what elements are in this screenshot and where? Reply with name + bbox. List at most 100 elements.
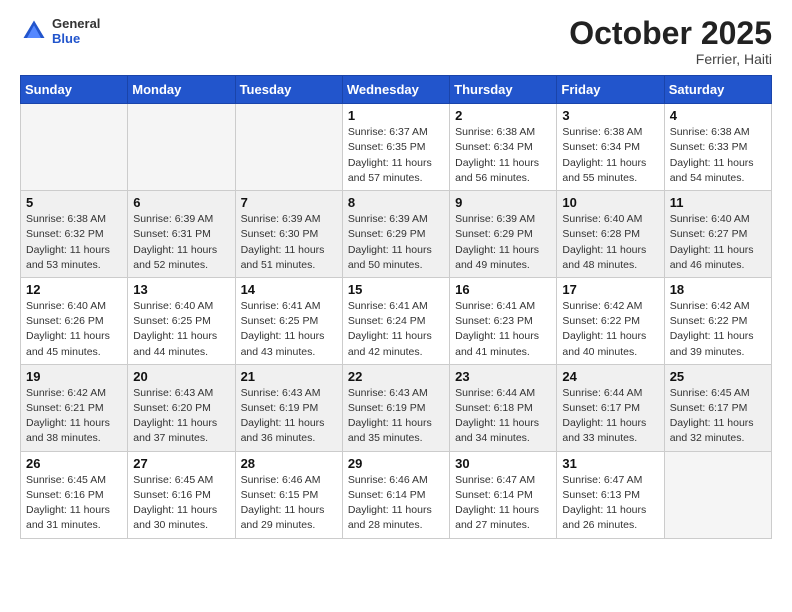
title-block: October 2025 Ferrier, Haiti — [569, 16, 772, 67]
week-row-4: 19 Sunrise: 6:42 AM Sunset: 6:21 PM Dayli… — [21, 364, 772, 451]
day-info: Sunrise: 6:39 AM Sunset: 6:30 PM Dayligh… — [241, 212, 337, 273]
logo: General Blue — [20, 16, 100, 46]
weekday-header-monday: Monday — [128, 76, 235, 104]
location: Ferrier, Haiti — [569, 51, 772, 67]
calendar-cell: 24 Sunrise: 6:44 AM Sunset: 6:17 PM Dayli… — [557, 364, 664, 451]
day-info: Sunrise: 6:46 AM Sunset: 6:15 PM Dayligh… — [241, 473, 337, 534]
day-number: 9 — [455, 195, 551, 210]
day-info: Sunrise: 6:38 AM Sunset: 6:34 PM Dayligh… — [562, 125, 658, 186]
calendar-cell: 4 Sunrise: 6:38 AM Sunset: 6:33 PM Daylig… — [664, 104, 771, 191]
calendar-cell: 9 Sunrise: 6:39 AM Sunset: 6:29 PM Daylig… — [450, 191, 557, 278]
day-info: Sunrise: 6:40 AM Sunset: 6:25 PM Dayligh… — [133, 299, 229, 360]
day-info: Sunrise: 6:45 AM Sunset: 6:16 PM Dayligh… — [26, 473, 122, 534]
day-number: 29 — [348, 456, 444, 471]
day-number: 28 — [241, 456, 337, 471]
page-container: General Blue October 2025 Ferrier, Haiti… — [0, 0, 792, 549]
week-row-1: 1Sunrise: 6:37 AM Sunset: 6:35 PM Daylig… — [21, 104, 772, 191]
day-info: Sunrise: 6:45 AM Sunset: 6:16 PM Dayligh… — [133, 473, 229, 534]
calendar-cell: 19 Sunrise: 6:42 AM Sunset: 6:21 PM Dayli… — [21, 364, 128, 451]
calendar-cell: 27Sunrise: 6:45 AM Sunset: 6:16 PM Dayli… — [128, 451, 235, 538]
day-info: Sunrise: 6:43 AM Sunset: 6:19 PM Dayligh… — [348, 386, 444, 447]
header: General Blue October 2025 Ferrier, Haiti — [20, 16, 772, 67]
calendar-cell: 1Sunrise: 6:37 AM Sunset: 6:35 PM Daylig… — [342, 104, 449, 191]
calendar-cell: 29 Sunrise: 6:46 AM Sunset: 6:14 PM Dayli… — [342, 451, 449, 538]
day-number: 5 — [26, 195, 122, 210]
day-info: Sunrise: 6:41 AM Sunset: 6:23 PM Dayligh… — [455, 299, 551, 360]
day-info: Sunrise: 6:40 AM Sunset: 6:26 PM Dayligh… — [26, 299, 122, 360]
day-number: 13 — [133, 282, 229, 297]
day-number: 2 — [455, 108, 551, 123]
day-number: 16 — [455, 282, 551, 297]
day-number: 26 — [26, 456, 122, 471]
day-number: 17 — [562, 282, 658, 297]
day-number: 10 — [562, 195, 658, 210]
day-number: 11 — [670, 195, 766, 210]
week-row-5: 26 Sunrise: 6:45 AM Sunset: 6:16 PM Dayli… — [21, 451, 772, 538]
day-number: 22 — [348, 369, 444, 384]
weekday-header-tuesday: Tuesday — [235, 76, 342, 104]
logo-general: General — [52, 16, 100, 31]
calendar-cell: 11Sunrise: 6:40 AM Sunset: 6:27 PM Dayli… — [664, 191, 771, 278]
weekday-header-sunday: Sunday — [21, 76, 128, 104]
calendar-cell: 6 Sunrise: 6:39 AM Sunset: 6:31 PM Daylig… — [128, 191, 235, 278]
calendar-cell — [21, 104, 128, 191]
day-info: Sunrise: 6:42 AM Sunset: 6:22 PM Dayligh… — [670, 299, 766, 360]
day-number: 25 — [670, 369, 766, 384]
day-info: Sunrise: 6:38 AM Sunset: 6:34 PM Dayligh… — [455, 125, 551, 186]
day-number: 7 — [241, 195, 337, 210]
day-info: Sunrise: 6:45 AM Sunset: 6:17 PM Dayligh… — [670, 386, 766, 447]
day-info: Sunrise: 6:44 AM Sunset: 6:18 PM Dayligh… — [455, 386, 551, 447]
weekday-header-wednesday: Wednesday — [342, 76, 449, 104]
day-info: Sunrise: 6:44 AM Sunset: 6:17 PM Dayligh… — [562, 386, 658, 447]
day-info: Sunrise: 6:43 AM Sunset: 6:20 PM Dayligh… — [133, 386, 229, 447]
day-info: Sunrise: 6:39 AM Sunset: 6:31 PM Dayligh… — [133, 212, 229, 273]
day-info: Sunrise: 6:43 AM Sunset: 6:19 PM Dayligh… — [241, 386, 337, 447]
day-number: 24 — [562, 369, 658, 384]
weekday-header-thursday: Thursday — [450, 76, 557, 104]
day-number: 15 — [348, 282, 444, 297]
calendar-cell: 8 Sunrise: 6:39 AM Sunset: 6:29 PM Daylig… — [342, 191, 449, 278]
calendar-cell: 16 Sunrise: 6:41 AM Sunset: 6:23 PM Dayli… — [450, 277, 557, 364]
logo-icon — [20, 17, 48, 45]
calendar-cell: 17Sunrise: 6:42 AM Sunset: 6:22 PM Dayli… — [557, 277, 664, 364]
day-info: Sunrise: 6:42 AM Sunset: 6:21 PM Dayligh… — [26, 386, 122, 447]
day-number: 21 — [241, 369, 337, 384]
day-info: Sunrise: 6:39 AM Sunset: 6:29 PM Dayligh… — [348, 212, 444, 273]
day-info: Sunrise: 6:47 AM Sunset: 6:14 PM Dayligh… — [455, 473, 551, 534]
day-number: 1 — [348, 108, 444, 123]
calendar-cell: 20Sunrise: 6:43 AM Sunset: 6:20 PM Dayli… — [128, 364, 235, 451]
calendar-cell: 14Sunrise: 6:41 AM Sunset: 6:25 PM Dayli… — [235, 277, 342, 364]
day-number: 18 — [670, 282, 766, 297]
day-info: Sunrise: 6:39 AM Sunset: 6:29 PM Dayligh… — [455, 212, 551, 273]
day-number: 6 — [133, 195, 229, 210]
day-number: 19 — [26, 369, 122, 384]
calendar-cell: 15 Sunrise: 6:41 AM Sunset: 6:24 PM Dayli… — [342, 277, 449, 364]
day-info: Sunrise: 6:41 AM Sunset: 6:24 PM Dayligh… — [348, 299, 444, 360]
calendar-cell — [128, 104, 235, 191]
day-info: Sunrise: 6:40 AM Sunset: 6:28 PM Dayligh… — [562, 212, 658, 273]
day-info: Sunrise: 6:38 AM Sunset: 6:32 PM Dayligh… — [26, 212, 122, 273]
calendar-cell — [664, 451, 771, 538]
day-number: 4 — [670, 108, 766, 123]
calendar-cell: 25 Sunrise: 6:45 AM Sunset: 6:17 PM Dayli… — [664, 364, 771, 451]
weekday-header-friday: Friday — [557, 76, 664, 104]
calendar-cell: 28 Sunrise: 6:46 AM Sunset: 6:15 PM Dayli… — [235, 451, 342, 538]
weekday-header-saturday: Saturday — [664, 76, 771, 104]
calendar-cell: 23Sunrise: 6:44 AM Sunset: 6:18 PM Dayli… — [450, 364, 557, 451]
day-info: Sunrise: 6:46 AM Sunset: 6:14 PM Dayligh… — [348, 473, 444, 534]
calendar-cell: 13 Sunrise: 6:40 AM Sunset: 6:25 PM Dayli… — [128, 277, 235, 364]
day-number: 30 — [455, 456, 551, 471]
calendar-cell — [235, 104, 342, 191]
day-number: 8 — [348, 195, 444, 210]
calendar-cell: 5 Sunrise: 6:38 AM Sunset: 6:32 PM Daylig… — [21, 191, 128, 278]
day-info: Sunrise: 6:38 AM Sunset: 6:33 PM Dayligh… — [670, 125, 766, 186]
logo-blue: Blue — [52, 31, 100, 46]
month-title: October 2025 — [569, 16, 772, 51]
calendar-cell: 22 Sunrise: 6:43 AM Sunset: 6:19 PM Dayli… — [342, 364, 449, 451]
calendar-cell: 3Sunrise: 6:38 AM Sunset: 6:34 PM Daylig… — [557, 104, 664, 191]
day-number: 31 — [562, 456, 658, 471]
calendar-cell: 26 Sunrise: 6:45 AM Sunset: 6:16 PM Dayli… — [21, 451, 128, 538]
week-row-3: 12Sunrise: 6:40 AM Sunset: 6:26 PM Dayli… — [21, 277, 772, 364]
calendar-cell: 30 Sunrise: 6:47 AM Sunset: 6:14 PM Dayli… — [450, 451, 557, 538]
weekday-header-row: SundayMondayTuesdayWednesdayThursdayFrid… — [21, 76, 772, 104]
